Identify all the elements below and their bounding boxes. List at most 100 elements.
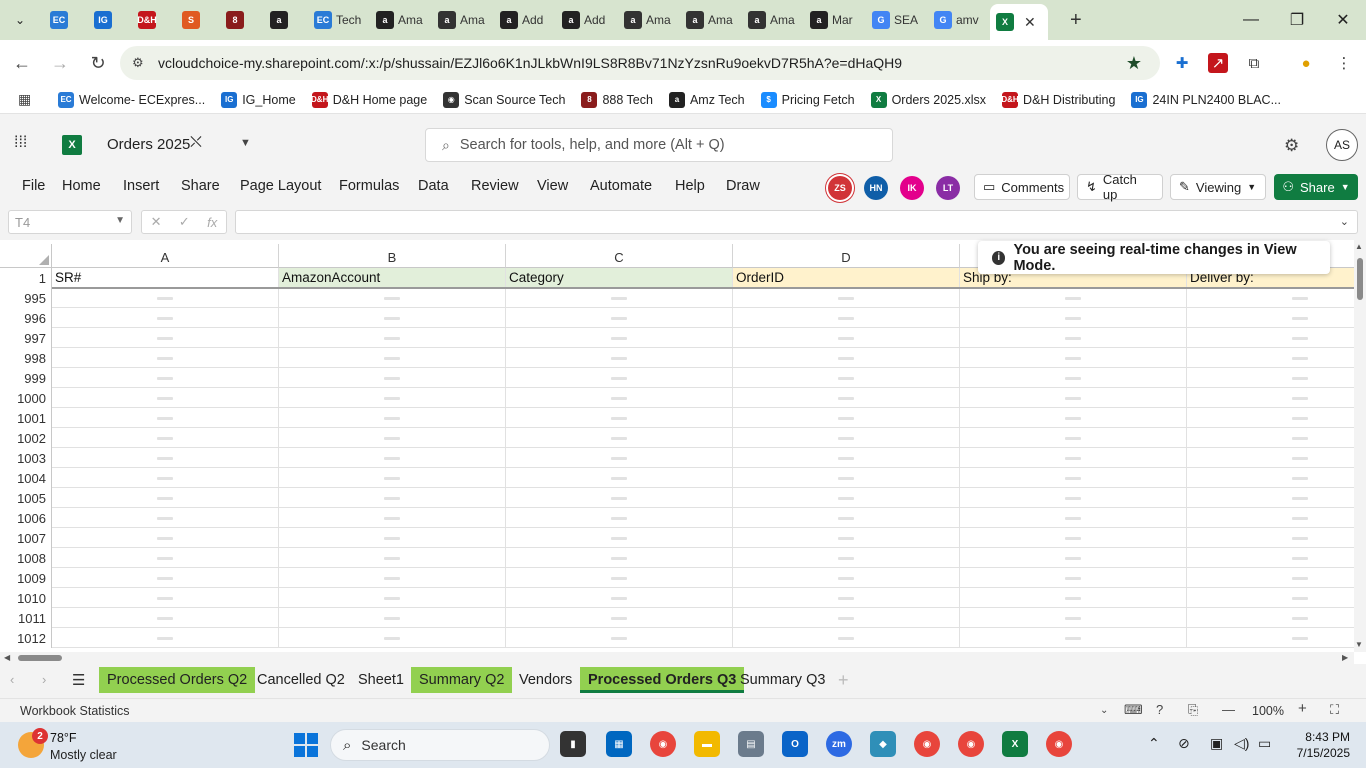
sheet-tab[interactable]: Vendors bbox=[511, 667, 580, 693]
grid-cell[interactable] bbox=[506, 528, 733, 548]
grid-cell[interactable] bbox=[1187, 428, 1354, 448]
grid-cell[interactable] bbox=[733, 408, 960, 428]
profile-avatar-icon[interactable]: ● bbox=[1292, 49, 1320, 77]
bookmark-star-icon[interactable]: ★ bbox=[1126, 53, 1142, 74]
grid-cell[interactable] bbox=[52, 628, 279, 648]
all-sheets-menu-icon[interactable]: ☰ bbox=[72, 671, 85, 689]
ribbon-tab-file[interactable]: File bbox=[22, 178, 45, 194]
grid-cell[interactable] bbox=[506, 588, 733, 608]
grid-cell[interactable] bbox=[733, 428, 960, 448]
grid-cell[interactable] bbox=[960, 508, 1187, 528]
grid-cell[interactable] bbox=[733, 448, 960, 468]
chevron-down-icon[interactable]: ▼ bbox=[240, 137, 251, 149]
grid-cell[interactable] bbox=[52, 448, 279, 468]
close-tab-icon[interactable]: ✕ bbox=[1024, 14, 1036, 31]
grid-cell[interactable] bbox=[506, 368, 733, 388]
grid-cell[interactable] bbox=[52, 588, 279, 608]
grid-cell[interactable] bbox=[960, 428, 1187, 448]
grid-cell[interactable] bbox=[733, 508, 960, 528]
browser-tab[interactable]: EC bbox=[44, 4, 88, 36]
ribbon-tab-formulas[interactable]: Formulas bbox=[339, 178, 399, 194]
help-icon[interactable]: ? bbox=[1156, 702, 1163, 717]
grid-cell[interactable] bbox=[960, 608, 1187, 628]
grid-cell[interactable] bbox=[279, 548, 506, 568]
extensions-puzzle-icon[interactable]: ⧉ bbox=[1240, 49, 1268, 77]
grid-cell[interactable] bbox=[960, 588, 1187, 608]
grid-cell[interactable] bbox=[279, 388, 506, 408]
browser-tab[interactable]: a Ama bbox=[618, 4, 680, 36]
header-cell[interactable]: SR# bbox=[52, 268, 279, 288]
grid-cell[interactable] bbox=[1187, 448, 1354, 468]
grid-cell[interactable] bbox=[1187, 348, 1354, 368]
grid-cell[interactable] bbox=[52, 608, 279, 628]
maximize-icon[interactable]: ❐ bbox=[1274, 0, 1320, 40]
header-cell[interactable]: OrderID bbox=[733, 268, 960, 288]
grid-cell[interactable] bbox=[960, 628, 1187, 648]
chevron-down-icon[interactable]: ⌄ bbox=[1100, 705, 1108, 716]
collaborator-avatar[interactable]: HN bbox=[864, 176, 888, 200]
task-view-icon[interactable]: ▮ bbox=[560, 731, 586, 757]
grid-cell[interactable] bbox=[279, 288, 506, 308]
browser-tab[interactable]: 8 bbox=[220, 4, 264, 36]
browser-menu-icon[interactable]: ⋮ bbox=[1330, 49, 1358, 77]
grid-cell[interactable] bbox=[960, 388, 1187, 408]
search-input[interactable] bbox=[459, 137, 860, 153]
search-box[interactable]: ⌕ bbox=[425, 128, 893, 162]
ribbon-tab-help[interactable]: Help bbox=[675, 178, 705, 194]
comments-button[interactable]: ▭ Comments bbox=[974, 174, 1070, 200]
grid-cell[interactable] bbox=[52, 308, 279, 328]
scroll-right-icon[interactable]: ▶ bbox=[1342, 653, 1348, 662]
row-header[interactable]: 998 bbox=[0, 348, 52, 368]
site-info-icon[interactable]: ⚙ bbox=[132, 55, 152, 71]
grid-cell[interactable] bbox=[279, 568, 506, 588]
grid-cell[interactable] bbox=[1187, 328, 1354, 348]
fullscreen-icon[interactable]: ⛶ bbox=[1330, 702, 1339, 718]
keyboard-icon[interactable]: ⌨ bbox=[1124, 702, 1143, 718]
grid-cell[interactable] bbox=[279, 328, 506, 348]
ribbon-tab-automate[interactable]: Automate bbox=[590, 178, 652, 194]
collaborator-avatar[interactable]: IK bbox=[900, 176, 924, 200]
calculator-icon[interactable]: ▤ bbox=[738, 731, 764, 757]
bookmark-item[interactable]: IG 24IN PLN2400 BLAC... bbox=[1131, 91, 1281, 108]
browser-tab[interactable]: a Ama bbox=[432, 4, 494, 36]
browser-tab[interactable]: EC Tech bbox=[308, 4, 370, 36]
grid-cell[interactable] bbox=[960, 328, 1187, 348]
grid-cell[interactable] bbox=[52, 568, 279, 588]
grid-cell[interactable] bbox=[52, 468, 279, 488]
browser-tab[interactable]: a Mar bbox=[804, 4, 866, 36]
chrome-profile2-icon[interactable]: ◉ bbox=[1046, 731, 1072, 757]
grid-cell[interactable] bbox=[52, 408, 279, 428]
catchup-button[interactable]: ↯ Catch up bbox=[1077, 172, 1163, 202]
row-header[interactable]: 1001 bbox=[0, 408, 52, 428]
share-button[interactable]: ⚇ Share ▼ bbox=[1274, 174, 1358, 200]
tab-search-chevron-icon[interactable]: ⌄ bbox=[6, 6, 34, 34]
sheet-tab[interactable]: Sheet1 bbox=[350, 667, 412, 693]
ribbon-tab-page-layout[interactable]: Page Layout bbox=[240, 178, 321, 194]
battery-icon[interactable]: ▭ bbox=[1258, 735, 1271, 752]
grid-cell[interactable] bbox=[960, 408, 1187, 428]
grid-cell[interactable] bbox=[52, 428, 279, 448]
scroll-left-icon[interactable]: ◀ bbox=[4, 653, 10, 662]
scroll-up-icon[interactable]: ▲ bbox=[1355, 242, 1363, 251]
app-diamond-icon[interactable]: ◆ bbox=[870, 731, 896, 757]
expand-formula-chevron-icon[interactable]: ⌄ bbox=[1340, 215, 1349, 228]
grid-cell[interactable] bbox=[279, 608, 506, 628]
spreadsheet-grid[interactable]: ABCDEF 1SR#AmazonAccountCategoryOrderIDS… bbox=[0, 244, 1354, 652]
user-avatar[interactable]: AS bbox=[1326, 129, 1358, 161]
grid-cell[interactable] bbox=[1187, 388, 1354, 408]
grid-cell[interactable] bbox=[506, 288, 733, 308]
zoom-app-icon[interactable]: zm bbox=[826, 731, 852, 757]
grid-cell[interactable] bbox=[733, 328, 960, 348]
grid-cell[interactable] bbox=[279, 628, 506, 648]
grid-cell[interactable] bbox=[52, 508, 279, 528]
file-explorer-icon[interactable]: ▬ bbox=[694, 731, 720, 757]
row-header[interactable]: 1002 bbox=[0, 428, 52, 448]
browser-tab[interactable]: IG bbox=[88, 4, 132, 36]
browser-tab[interactable]: a Ama bbox=[742, 4, 804, 36]
grid-cell[interactable] bbox=[506, 328, 733, 348]
row-header[interactable]: 1008 bbox=[0, 548, 52, 568]
browser-tab-active[interactable]: X ✕ bbox=[990, 4, 1048, 40]
ribbon-tab-draw[interactable]: Draw bbox=[726, 178, 760, 194]
extension-pdf-icon[interactable]: ↗ bbox=[1208, 53, 1228, 73]
grid-cell[interactable] bbox=[733, 568, 960, 588]
